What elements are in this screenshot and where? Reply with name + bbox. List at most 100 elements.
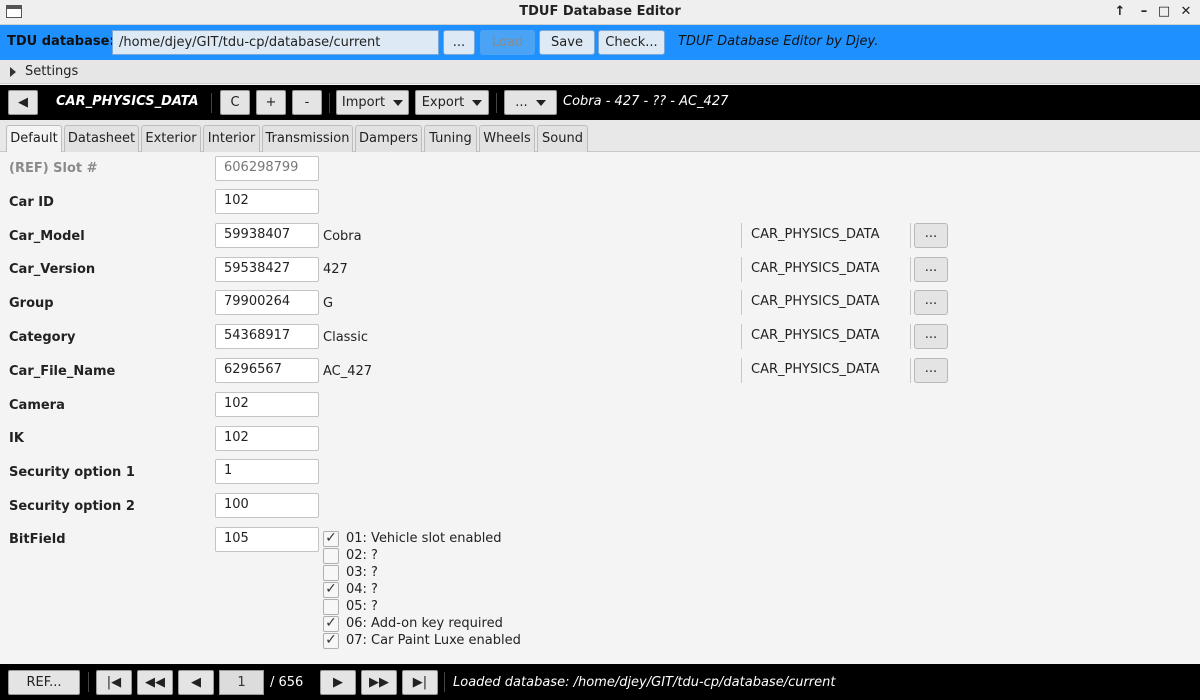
security-option-2-input[interactable]: 100: [215, 493, 319, 518]
fast-previous-button[interactable]: ◀◀: [137, 670, 173, 695]
tab-interior[interactable]: Interior: [203, 125, 260, 152]
export-label: Export: [421, 95, 465, 110]
bitfield-input[interactable]: 105: [215, 527, 319, 552]
browse-resource-button[interactable]: ...: [914, 223, 948, 248]
browse-resource-button[interactable]: ...: [914, 257, 948, 282]
bit-label: 05: ?: [346, 599, 378, 614]
import-dropdown[interactable]: Import: [336, 90, 409, 115]
resolved-value: G: [323, 296, 334, 311]
resource-topic: CAR_PHYSICS_DATA: [741, 223, 911, 248]
maximize-button[interactable]: □: [1155, 3, 1173, 21]
bit-label: 07: Car Paint Luxe enabled: [346, 633, 521, 648]
field-label: BitField: [9, 532, 66, 547]
tab-exterior[interactable]: Exterior: [141, 125, 201, 152]
bit-label: 01: Vehicle slot enabled: [346, 531, 502, 546]
status-bar: REF... |◀ ◀◀ ◀ 1 / 656 ▶ ▶▶ ▶| Loaded da…: [0, 664, 1200, 700]
field-label: IK: [9, 431, 24, 446]
field-label: (REF) Slot #: [9, 161, 98, 176]
field-label: Car ID: [9, 195, 54, 210]
settings-label: Settings: [25, 64, 79, 79]
field-label: Category: [9, 330, 76, 345]
resource-topic: CAR_PHYSICS_DATA: [741, 257, 911, 282]
first-entry-button[interactable]: |◀: [96, 670, 132, 695]
tab-transmission[interactable]: Transmission: [262, 125, 353, 152]
previous-entry-button[interactable]: ◀: [178, 670, 214, 695]
bit-checkbox[interactable]: ✓: [323, 616, 339, 632]
toolbar-divider: [496, 93, 497, 113]
fast-next-button[interactable]: ▶▶: [361, 670, 397, 695]
field-label: Car_Model: [9, 229, 85, 244]
add-entry-button[interactable]: +: [256, 90, 286, 115]
car-file-name-input[interactable]: 6296567: [215, 358, 319, 383]
page-input[interactable]: 1: [219, 670, 264, 695]
minimize-button[interactable]: –: [1135, 3, 1153, 21]
bit-label: 04: ?: [346, 582, 378, 597]
car-id-input[interactable]: 102: [215, 189, 319, 214]
page-count: / 656: [270, 675, 304, 690]
load-button[interactable]: Load: [480, 30, 535, 55]
chevron-down-icon: [535, 99, 546, 106]
save-button[interactable]: Save: [539, 30, 595, 55]
resource-topic: CAR_PHYSICS_DATA: [741, 324, 911, 349]
database-label: TDU database:: [7, 34, 115, 49]
import-label: Import: [341, 95, 386, 110]
settings-pane[interactable]: Settings: [0, 60, 1200, 84]
toolbar-divider: [329, 93, 330, 113]
tab-sound[interactable]: Sound: [537, 125, 588, 152]
car-model-input[interactable]: 59938407: [215, 223, 319, 248]
browse-resource-button[interactable]: ...: [914, 290, 948, 315]
status-divider: [88, 672, 89, 692]
remove-entry-button[interactable]: -: [292, 90, 322, 115]
more-actions-label: ...: [515, 95, 528, 110]
bit-checkbox[interactable]: [323, 599, 339, 615]
ref-button[interactable]: REF...: [8, 670, 80, 695]
ik-input[interactable]: 102: [215, 426, 319, 451]
current-car-name: Cobra - 427 - ?? - AC_427: [563, 94, 729, 109]
keep-above-button[interactable]: ↑: [1111, 3, 1129, 21]
next-entry-button[interactable]: ▶: [320, 670, 356, 695]
current-topic: CAR_PHYSICS_DATA: [56, 94, 199, 109]
export-dropdown[interactable]: Export: [415, 90, 489, 115]
field-label: Security option 1: [9, 465, 135, 480]
tab-default[interactable]: Default: [6, 125, 62, 153]
resolved-value: Cobra: [323, 229, 362, 244]
resolved-value: AC_427: [323, 364, 373, 379]
database-bar: TDU database: /home/djey/GIT/tdu-cp/data…: [0, 25, 1200, 60]
status-message: Loaded database: /home/djey/GIT/tdu-cp/d…: [453, 675, 836, 690]
browse-database-button[interactable]: ...: [443, 30, 475, 55]
field-label: Car_File_Name: [9, 364, 116, 379]
resource-topic: CAR_PHYSICS_DATA: [741, 358, 911, 383]
bit-checkbox[interactable]: ✓: [323, 531, 339, 547]
bit-checkbox[interactable]: [323, 565, 339, 581]
tab-dampers[interactable]: Dampers: [355, 125, 422, 152]
topic-toolbar: ◀ CAR_PHYSICS_DATA C + - Import Export .…: [0, 85, 1200, 120]
bit-checkbox[interactable]: [323, 548, 339, 564]
category-input[interactable]: 54368917: [215, 324, 319, 349]
last-entry-button[interactable]: ▶|: [402, 670, 438, 695]
bit-checkbox[interactable]: ✓: [323, 633, 339, 649]
c-button[interactable]: C: [220, 90, 250, 115]
back-button[interactable]: ◀: [8, 90, 38, 115]
tab-tuning[interactable]: Tuning: [424, 125, 477, 152]
field-label: Security option 2: [9, 499, 135, 514]
more-actions-dropdown[interactable]: ...: [504, 90, 557, 115]
tab-datasheet[interactable]: Datasheet: [64, 125, 139, 152]
tab-bar: Default Datasheet Exterior Interior Tran…: [0, 120, 1200, 153]
status-divider: [444, 672, 445, 692]
ref-slot-input: 606298799: [215, 156, 319, 181]
group-input[interactable]: 79900264: [215, 290, 319, 315]
camera-input[interactable]: 102: [215, 392, 319, 417]
check-button[interactable]: Check...: [598, 30, 665, 55]
browse-resource-button[interactable]: ...: [914, 324, 948, 349]
tab-wheels[interactable]: Wheels: [479, 125, 535, 152]
browse-resource-button[interactable]: ...: [914, 358, 948, 383]
bit-checkbox[interactable]: ✓: [323, 582, 339, 598]
database-path-input[interactable]: /home/djey/GIT/tdu-cp/database/current: [112, 30, 439, 55]
close-button[interactable]: ✕: [1177, 3, 1195, 21]
car-version-input[interactable]: 59538427: [215, 257, 319, 282]
resolved-value: Classic: [323, 330, 368, 345]
security-option-1-input[interactable]: 1: [215, 459, 319, 484]
chevron-down-icon: [472, 99, 483, 106]
toolbar-divider: [211, 93, 212, 113]
credit-text: TDUF Database Editor by Djey.: [678, 34, 879, 49]
